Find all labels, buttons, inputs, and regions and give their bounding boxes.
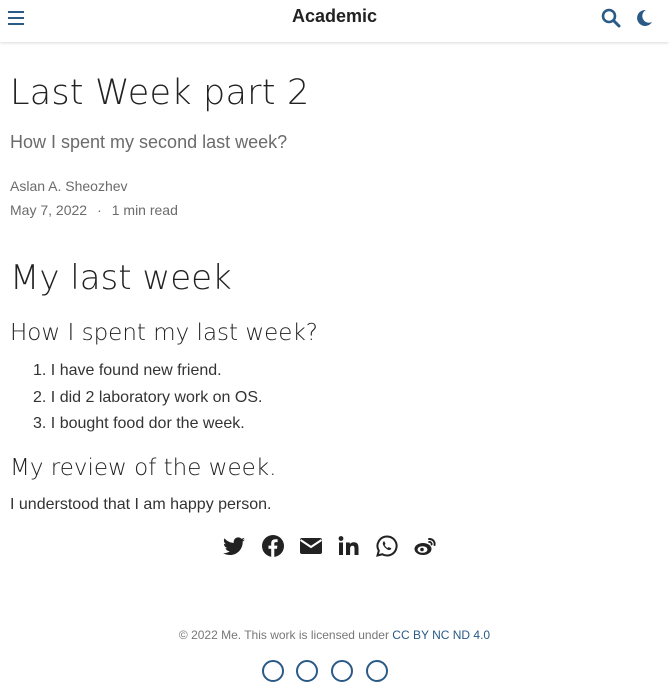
list-item: 1. I have found new friend. (33, 361, 262, 388)
article-title: Last Week part 2 (10, 73, 310, 113)
list-item: 2. I did 2 laboratory work on OS. (33, 388, 262, 415)
list-item: 3. I bought food dor the week. (33, 414, 262, 441)
list-item-number: 2. (33, 388, 47, 406)
reading-time: 1 min read (111, 202, 178, 218)
week-list: 1. I have found new friend. 2. I did 2 l… (33, 361, 262, 441)
list-item-text: I have found new friend. (50, 362, 222, 379)
list-item-number: 1. (33, 362, 47, 379)
facebook-icon[interactable] (261, 534, 285, 558)
navbar: Academic (0, 0, 669, 42)
content-heading-review: My review of the week. (10, 455, 277, 481)
footer: © 2022 Me. This work is licensed under C… (0, 628, 669, 642)
linkedin-icon[interactable] (337, 534, 361, 558)
article-meta: May 7, 2022 · 1 min read (10, 202, 178, 218)
article-author[interactable]: Aslan A. Sheozhev (10, 178, 128, 194)
nc-icon (331, 660, 353, 682)
review-paragraph: I understood that I am happy person. (10, 496, 272, 513)
article-subtitle: How I spent my second last week? (10, 132, 288, 152)
list-item-text: I bought food dor the week. (50, 415, 245, 432)
moon-icon[interactable] (633, 7, 655, 29)
twitter-icon[interactable] (222, 534, 246, 558)
content-heading-my-last-week: My last week (10, 258, 232, 298)
email-icon[interactable] (299, 534, 323, 558)
meta-separator: · (97, 202, 102, 218)
article-date: May 7, 2022 (10, 202, 88, 218)
search-icon[interactable] (600, 7, 622, 29)
list-item-text: I did 2 laboratory work on OS. (50, 388, 263, 406)
footer-copyright: © 2022 Me. This work is licensed under (178, 628, 393, 642)
site-brand[interactable]: Academic (292, 6, 377, 26)
content-heading-how-i-spent: How I spent my last week? (10, 320, 318, 346)
license-link[interactable]: CC BY NC ND 4.0 (392, 628, 490, 642)
by-icon (296, 660, 318, 682)
whatsapp-icon[interactable] (375, 534, 399, 558)
cc-icon (262, 660, 284, 682)
nd-icon (366, 660, 388, 682)
hamburger-icon[interactable] (6, 7, 30, 31)
weibo-icon[interactable] (413, 534, 437, 558)
list-item-number: 3. (33, 415, 47, 432)
